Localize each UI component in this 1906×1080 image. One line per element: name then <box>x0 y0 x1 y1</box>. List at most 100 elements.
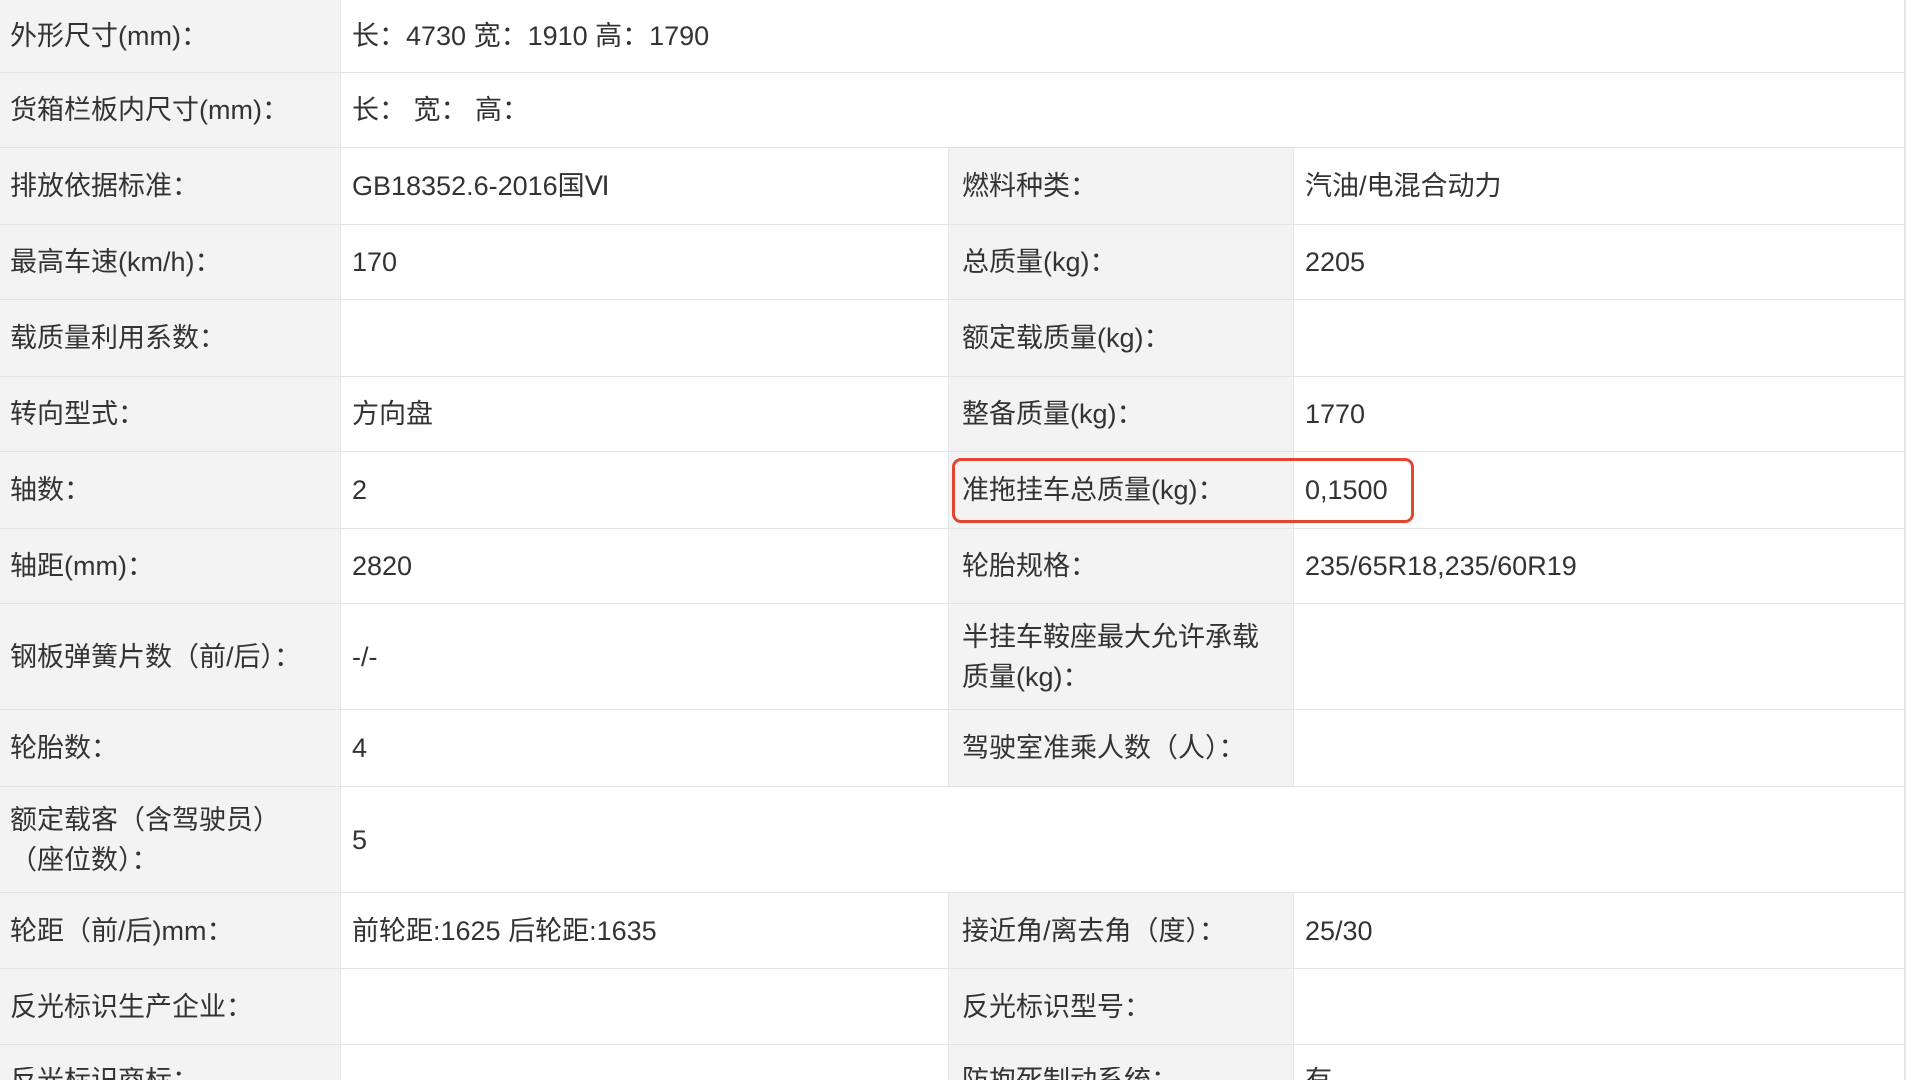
saddle-max-load-value-cell <box>1294 604 1904 709</box>
abs-system-label-cell: 防抱死制动系统： <box>949 1045 1294 1080</box>
emission-standard-value: GB18352.6-2016国Ⅵ <box>352 171 610 201</box>
abs-system-value: 有 <box>1305 1067 1332 1080</box>
towed-trailer-mass-label-cell: 准拖挂车总质量(kg)： <box>949 452 1294 528</box>
leaf-spring-count-label: 钢板弹簧片数（前/后）： <box>10 641 302 672</box>
towed-trailer-mass-label: 准拖挂车总质量(kg)： <box>962 475 1225 505</box>
wheelbase-label-cell: 轴距(mm)： <box>0 529 341 603</box>
curb-mass-label: 整备质量(kg)： <box>962 399 1144 429</box>
max-speed-label: 最高车速(km/h)： <box>10 247 222 277</box>
fuel-type-value: 汽油/电混合动力 <box>1305 171 1502 201</box>
axle-count-value: 2 <box>352 475 368 505</box>
reflective-marking-model-value-cell <box>1294 969 1904 1044</box>
row-wheelbase: 轴距(mm)： 2820 轮胎规格： 235/65R18,235/60R19 <box>0 529 1904 604</box>
row-track-width: 轮距（前/后)mm： 前轮距:1625 后轮距:1635 接近角/离去角（度）：… <box>0 893 1904 969</box>
rated-load-mass-value-cell <box>1294 300 1904 376</box>
reflective-marking-brand-label: 反光标识商标： <box>10 1067 199 1080</box>
emission-standard-value-cell: GB18352.6-2016国Ⅵ <box>341 148 949 224</box>
approach-departure-angle-value: 25/30 <box>1305 915 1373 946</box>
reflective-marking-model-label: 反光标识型号： <box>962 991 1151 1022</box>
approach-departure-angle-label-cell: 接近角/离去角（度）： <box>949 893 1294 968</box>
exterior-dimensions-label-cell: 外形尺寸(mm)： <box>0 0 341 72</box>
saddle-max-load-label-cell: 半挂车鞍座最大允许承载质量(kg)： <box>949 604 1294 709</box>
wheelbase-value-cell: 2820 <box>341 529 949 603</box>
tire-spec-value-cell: 235/65R18,235/60R19 <box>1294 529 1904 603</box>
steering-type-value: 方向盘 <box>352 399 433 429</box>
tire-count-value-cell: 4 <box>341 710 949 786</box>
axle-count-label-cell: 轴数： <box>0 452 341 528</box>
fuel-type-value-cell: 汽油/电混合动力 <box>1294 148 1904 224</box>
total-mass-label: 总质量(kg)： <box>962 247 1117 277</box>
emission-standard-label-cell: 排放依据标准： <box>0 148 341 224</box>
tire-count-label-cell: 轮胎数： <box>0 710 341 786</box>
load-utilization-label: 载质量利用系数： <box>10 323 226 353</box>
reflective-marking-manufacturer-value-cell <box>341 969 949 1044</box>
reflective-marking-brand-value-cell <box>341 1045 949 1080</box>
load-utilization-label-cell: 载质量利用系数： <box>0 300 341 376</box>
steering-type-value-cell: 方向盘 <box>341 377 949 451</box>
row-reflective-marking-manufacturer: 反光标识生产企业： 反光标识型号： <box>0 969 1904 1045</box>
rated-load-mass-label-cell: 额定载质量(kg)： <box>949 300 1294 376</box>
reflective-marking-brand-label-cell: 反光标识商标： <box>0 1045 341 1080</box>
track-width-label-cell: 轮距（前/后)mm： <box>0 893 341 968</box>
rated-passengers-value: 5 <box>352 824 368 855</box>
emission-standard-label: 排放依据标准： <box>10 171 199 201</box>
wheelbase-value: 2820 <box>352 551 413 581</box>
reflective-marking-manufacturer-label-cell: 反光标识生产企业： <box>0 969 341 1044</box>
track-width-label: 轮距（前/后)mm： <box>10 915 234 946</box>
wheelbase-label: 轴距(mm)： <box>10 551 154 581</box>
row-leaf-spring-count: 钢板弹簧片数（前/后）： -/- 半挂车鞍座最大允许承载质量(kg)： <box>0 604 1904 710</box>
max-speed-label-cell: 最高车速(km/h)： <box>0 225 341 299</box>
max-speed-value-cell: 170 <box>341 225 949 299</box>
row-max-speed: 最高车速(km/h)： 170 总质量(kg)： 2205 <box>0 225 1904 300</box>
row-exterior-dimensions: 外形尺寸(mm)： 长：4730 宽：1910 高：1790 <box>0 0 1904 73</box>
reflective-marking-manufacturer-label: 反光标识生产企业： <box>10 991 253 1022</box>
row-emission-standard: 排放依据标准： GB18352.6-2016国Ⅵ 燃料种类： 汽油/电混合动力 <box>0 148 1904 225</box>
curb-mass-label-cell: 整备质量(kg)： <box>949 377 1294 451</box>
row-tire-count: 轮胎数： 4 驾驶室准乘人数（人）： <box>0 710 1904 787</box>
row-cargo-box-inner-dimensions: 货箱栏板内尺寸(mm)： 长： 宽： 高： <box>0 73 1904 148</box>
steering-type-label-cell: 转向型式： <box>0 377 341 451</box>
steering-type-label: 转向型式： <box>10 399 145 429</box>
tire-count-value: 4 <box>352 733 368 763</box>
exterior-dimensions-value-cell: 长：4730 宽：1910 高：1790 <box>341 0 1904 72</box>
tire-spec-label-cell: 轮胎规格： <box>949 529 1294 603</box>
total-mass-value-cell: 2205 <box>1294 225 1904 299</box>
tire-count-label: 轮胎数： <box>10 733 118 763</box>
tire-spec-value: 235/65R18,235/60R19 <box>1305 551 1577 581</box>
track-width-value: 前轮距:1625 后轮距:1635 <box>352 915 657 946</box>
fuel-type-label: 燃料种类： <box>962 171 1097 201</box>
total-mass-label-cell: 总质量(kg)： <box>949 225 1294 299</box>
curb-mass-value: 1770 <box>1305 399 1366 429</box>
axle-count-value-cell: 2 <box>341 452 949 528</box>
axle-count-label: 轴数： <box>10 475 91 505</box>
exterior-dimensions-label: 外形尺寸(mm)： <box>10 21 208 51</box>
tire-spec-label: 轮胎规格： <box>962 551 1097 581</box>
approach-departure-angle-value-cell: 25/30 <box>1294 893 1904 968</box>
rated-passengers-label-cell: 额定载客（含驾驶员）（座位数）： <box>0 787 341 892</box>
cargo-box-inner-dimensions-value: 长： 宽： 高： <box>352 95 530 125</box>
cab-passenger-capacity-label: 驾驶室准乘人数（人）： <box>962 733 1246 763</box>
row-rated-passengers: 额定载客（含驾驶员）（座位数）： 5 <box>0 787 1904 893</box>
leaf-spring-count-value: -/- <box>352 641 378 672</box>
exterior-dimensions-value: 长：4730 宽：1910 高：1790 <box>352 21 710 51</box>
fuel-type-label-cell: 燃料种类： <box>949 148 1294 224</box>
cargo-box-inner-dimensions-label: 货箱栏板内尺寸(mm)： <box>10 95 289 125</box>
rated-passengers-value-cell: 5 <box>341 787 1904 892</box>
row-steering-type: 转向型式： 方向盘 整备质量(kg)： 1770 <box>0 377 1904 452</box>
track-width-value-cell: 前轮距:1625 后轮距:1635 <box>341 893 949 968</box>
rated-passengers-label: 额定载客（含驾驶员）（座位数）： <box>10 804 280 875</box>
cargo-box-inner-dimensions-value-cell: 长： 宽： 高： <box>341 73 1904 147</box>
towed-trailer-mass-value-cell: 0,1500 <box>1294 452 1904 528</box>
reflective-marking-model-label-cell: 反光标识型号： <box>949 969 1294 1044</box>
approach-departure-angle-label: 接近角/离去角（度）： <box>962 915 1227 946</box>
towed-trailer-mass-value: 0,1500 <box>1305 475 1388 505</box>
saddle-max-load-label: 半挂车鞍座最大允许承载质量(kg)： <box>962 621 1259 692</box>
cab-passenger-capacity-label-cell: 驾驶室准乘人数（人）： <box>949 710 1294 786</box>
leaf-spring-count-label-cell: 钢板弹簧片数（前/后）： <box>0 604 341 709</box>
cargo-box-inner-dimensions-label-cell: 货箱栏板内尺寸(mm)： <box>0 73 341 147</box>
leaf-spring-count-value-cell: -/- <box>341 604 949 709</box>
curb-mass-value-cell: 1770 <box>1294 377 1904 451</box>
rated-load-mass-label: 额定载质量(kg)： <box>962 323 1171 353</box>
cab-passenger-capacity-value-cell <box>1294 710 1904 786</box>
load-utilization-value-cell <box>341 300 949 376</box>
